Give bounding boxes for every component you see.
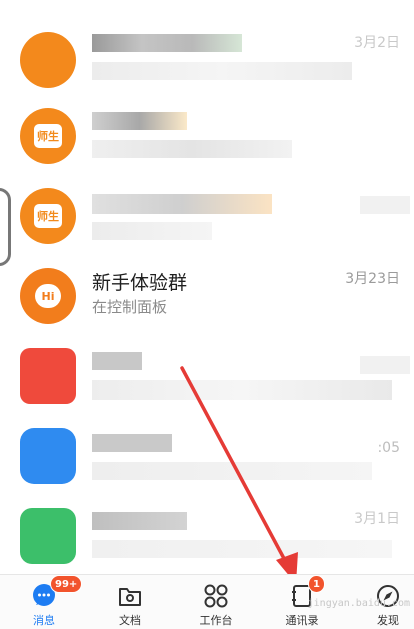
tab-workbench[interactable]: 工作台 (186, 575, 246, 629)
unread-badge: 99+ (50, 575, 83, 593)
chat-item[interactable]: Hi 新手体验群 在控制面板 3月23日 (0, 254, 414, 334)
tab-label: 消息 (33, 614, 55, 627)
grid-icon (203, 583, 229, 609)
redacted-title (92, 434, 172, 452)
tab-label: 通讯录 (285, 614, 319, 627)
chat-title: 新手体验群 (92, 272, 188, 294)
chat-time: 3月23日 (345, 271, 400, 287)
book-icon: 师生 (34, 124, 62, 148)
avatar (20, 508, 76, 564)
chat-list: 3月2日 师生 师生 Hi 新手体验群 在控制面板 3月23日:05 3月1日 (0, 0, 414, 574)
redacted-title (92, 194, 272, 214)
chat-item[interactable] (0, 334, 414, 414)
redacted-time (360, 356, 410, 374)
chat-item[interactable]: 3月2日 (0, 18, 414, 98)
tab-label: 工作台 (199, 614, 233, 627)
redacted-subtitle (92, 380, 392, 400)
avatar: 师生 (20, 188, 76, 244)
avatar: 师生 (20, 108, 76, 164)
chat-item[interactable]: 师生 (0, 94, 414, 174)
redacted-subtitle (92, 540, 392, 558)
chat-time: 3月1日 (354, 511, 400, 527)
redacted-subtitle (92, 222, 212, 240)
redacted-title (92, 512, 187, 530)
unread-badge: 1 (308, 575, 325, 593)
redacted-subtitle (92, 462, 372, 480)
redacted-title (92, 112, 187, 130)
redacted-title (92, 34, 242, 52)
chat-time: 3月2日 (354, 35, 400, 51)
avatar (20, 428, 76, 484)
avatar: Hi (20, 268, 76, 324)
drag-handle[interactable] (0, 188, 11, 266)
redacted-title (92, 352, 142, 370)
tab-label: 发现 (377, 614, 399, 627)
chat-item[interactable]: 3月1日 (0, 494, 414, 574)
tab-messages[interactable]: 消息 99+ (14, 575, 83, 629)
redacted-time (360, 196, 410, 214)
chat-item[interactable]: 师生 (0, 174, 414, 254)
hi-chat-icon: Hi (35, 284, 61, 308)
chat-item[interactable]: :05 (0, 414, 414, 494)
folder-icon (117, 583, 143, 609)
tab-docs[interactable]: 文档 (100, 575, 160, 629)
redacted-subtitle (92, 62, 352, 80)
chat-time: :05 (377, 440, 400, 456)
avatar (20, 32, 76, 88)
chat-preview: 在控制面板 (92, 298, 168, 316)
tab-label: 文档 (119, 614, 141, 627)
book-icon: 师生 (34, 204, 62, 228)
watermark: jingyan.baidu.com (307, 598, 410, 609)
redacted-subtitle (92, 140, 292, 158)
avatar (20, 348, 76, 404)
